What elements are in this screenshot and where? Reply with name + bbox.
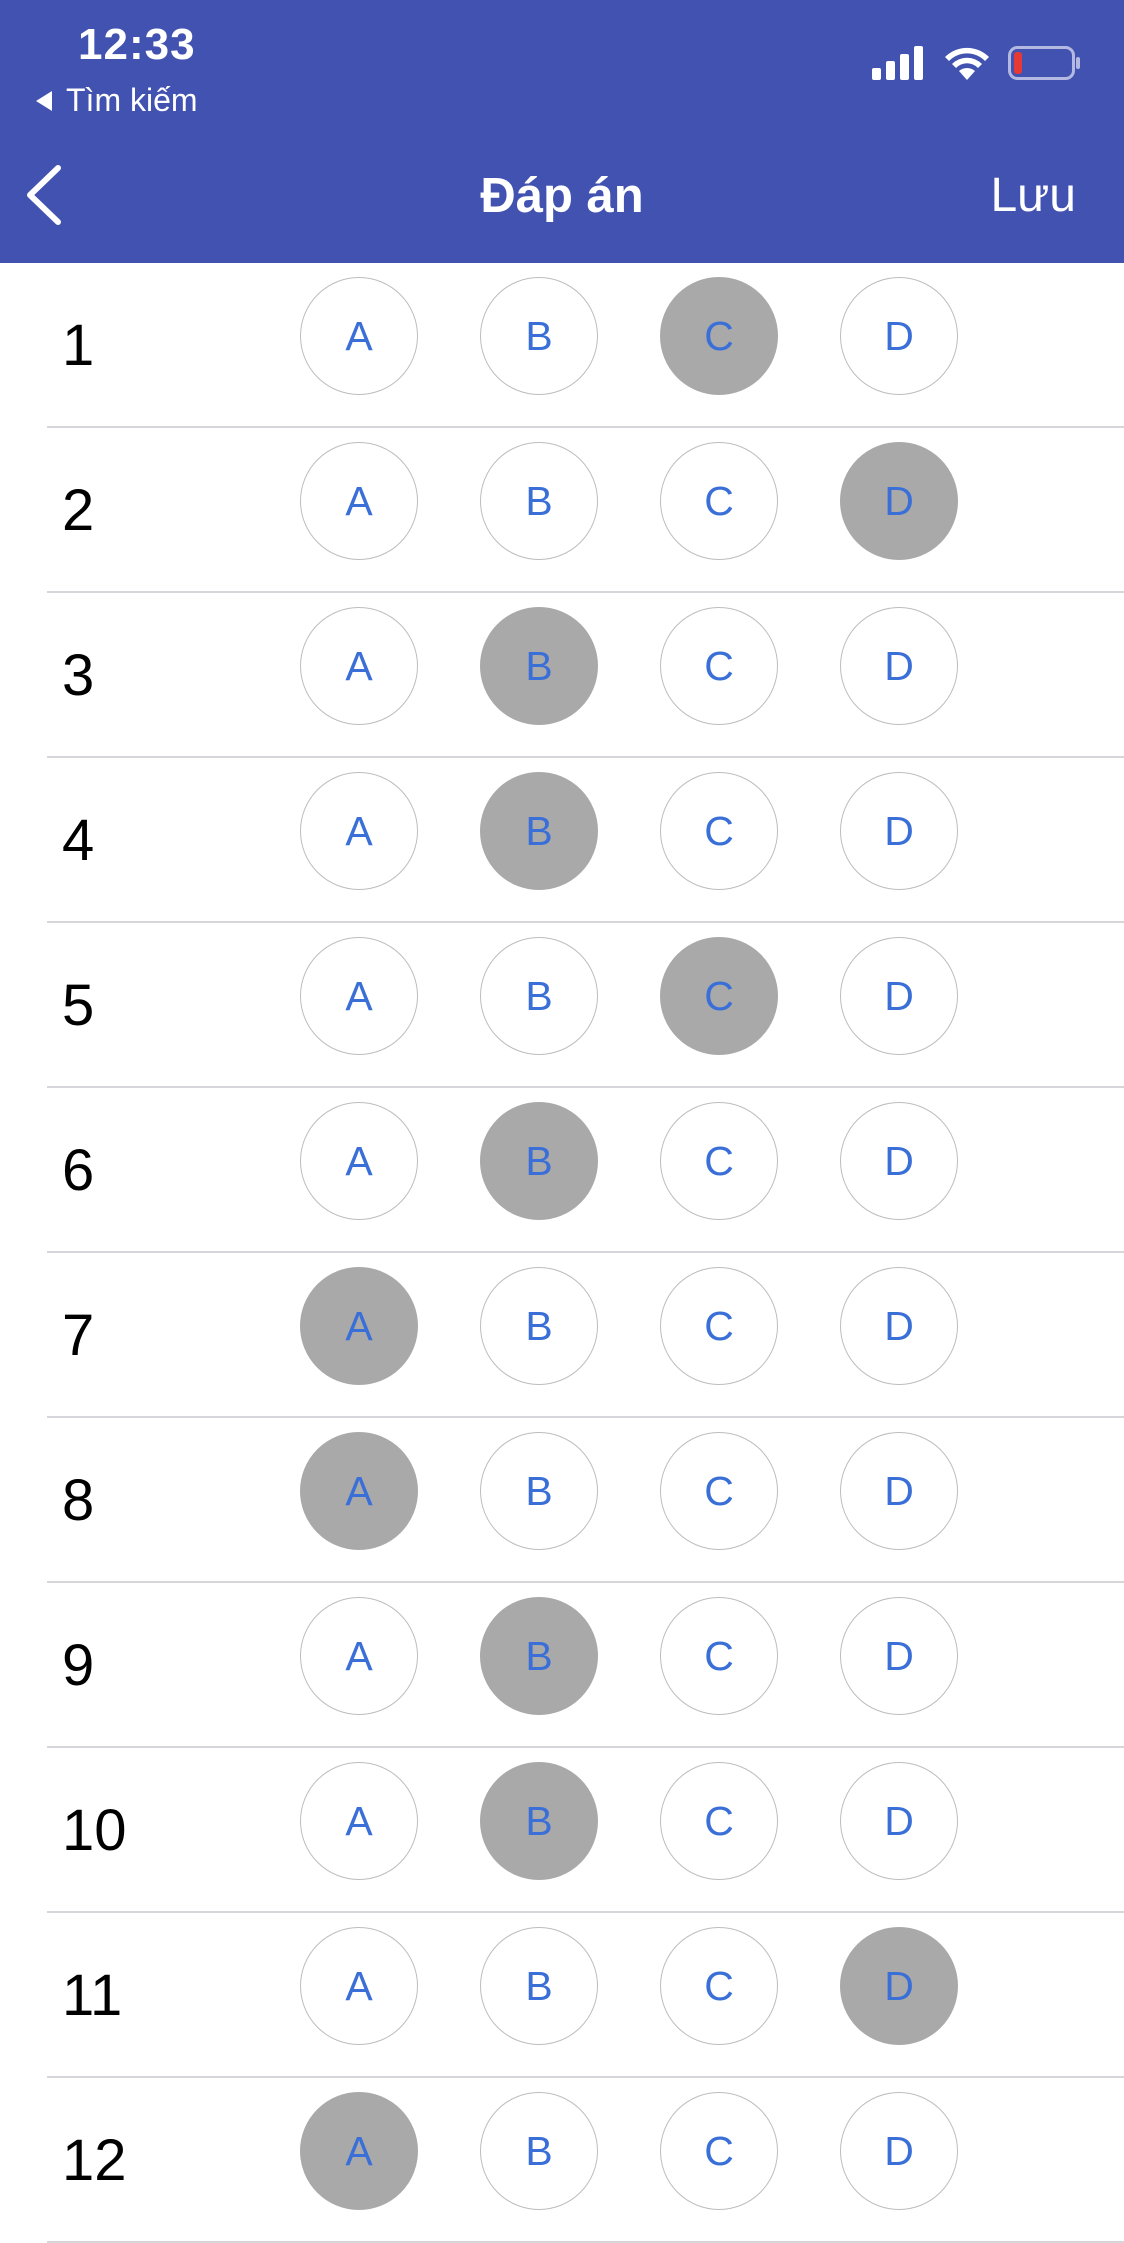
option-a-button[interactable]: A [300, 1102, 418, 1220]
option-a-button[interactable]: A [300, 1927, 418, 2045]
option-a-button[interactable]: A [300, 772, 418, 890]
question-number: 7 [62, 1303, 95, 1368]
option-c-button[interactable]: C [660, 2092, 778, 2210]
option-d-button[interactable]: D [840, 1267, 958, 1385]
question-row: 6 ABCD [0, 1088, 1124, 1253]
question-row: 10 A B C D [0, 1748, 1124, 1913]
option-d-button[interactable]: D [840, 1432, 958, 1550]
battery-icon [1008, 46, 1080, 80]
cellular-signal-icon [872, 46, 923, 80]
option-c-button[interactable]: C [660, 937, 778, 1055]
option-a-button[interactable]: A [300, 607, 418, 725]
option-d-button[interactable]: D [840, 772, 958, 890]
back-to-search-link[interactable]: Tìm kiếm [36, 82, 198, 119]
option-d-button[interactable]: D [840, 1597, 958, 1715]
question-row: 9 ABCD [0, 1583, 1124, 1748]
option-a-button[interactable]: A [300, 442, 418, 560]
option-c-button[interactable]: C [660, 607, 778, 725]
question-number: 11 [62, 1963, 123, 2028]
option-c-button[interactable]: C [660, 1432, 778, 1550]
page-title: Đáp án [480, 169, 644, 223]
header: 12:33 Tìm kiếm Đáp án Lưu [0, 0, 1124, 263]
option-b-button[interactable]: B [480, 607, 598, 725]
option-a-button[interactable]: A [300, 1432, 418, 1550]
option-b-button[interactable]: B [480, 1597, 598, 1715]
option-b-button[interactable]: B [480, 937, 598, 1055]
question-number: 12 [62, 2128, 127, 2193]
status-time: 12:33 [78, 20, 196, 69]
option-c-button[interactable]: C [660, 1102, 778, 1220]
option-b-button[interactable]: B [480, 442, 598, 560]
option-c-button[interactable]: C [660, 442, 778, 560]
option-d-button[interactable]: D [840, 1927, 958, 2045]
option-a-button[interactable]: A [300, 277, 418, 395]
question-row: 5 ABCD [0, 923, 1124, 1088]
question-number: 9 [62, 1633, 95, 1698]
question-row: 1 ABCD [0, 263, 1124, 428]
option-a-button[interactable]: A [300, 937, 418, 1055]
question-row: 4 ABCD [0, 758, 1124, 923]
question-row: 2 ABCD [0, 428, 1124, 593]
option-a-button[interactable]: A [300, 1597, 418, 1715]
option-b-button[interactable]: B [480, 1432, 598, 1550]
question-row: 7 ABCD [0, 1253, 1124, 1418]
question-row: 11 A B C D [0, 1913, 1124, 2078]
option-a-button[interactable]: A [300, 2092, 418, 2210]
option-b-button[interactable]: B [480, 1267, 598, 1385]
option-b-button[interactable]: B [480, 1927, 598, 2045]
option-d-button[interactable]: D [840, 277, 958, 395]
option-c-button[interactable]: C [660, 277, 778, 395]
option-b-button[interactable]: B [480, 1762, 598, 1880]
option-a-button[interactable]: A [300, 1762, 418, 1880]
option-a-button[interactable]: A [300, 1267, 418, 1385]
question-row: 8 ABCD [0, 1418, 1124, 1583]
option-b-button[interactable]: B [480, 772, 598, 890]
question-number: 2 [62, 478, 95, 543]
question-number: 10 [62, 1798, 127, 1863]
option-c-button[interactable]: C [660, 1267, 778, 1385]
question-number: 4 [62, 808, 95, 873]
question-number: 5 [62, 973, 95, 1038]
save-button[interactable]: Lưu [990, 160, 1076, 232]
question-row: 3 ABCD [0, 593, 1124, 758]
option-d-button[interactable]: D [840, 1762, 958, 1880]
question-number: 1 [62, 313, 95, 378]
option-c-button[interactable]: C [660, 772, 778, 890]
wifi-icon [945, 47, 989, 80]
option-d-button[interactable]: D [840, 607, 958, 725]
option-b-button[interactable]: B [480, 277, 598, 395]
question-row: 12 A B C D [0, 2078, 1124, 2243]
option-b-button[interactable]: B [480, 1102, 598, 1220]
option-c-button[interactable]: C [660, 1927, 778, 2045]
back-triangle-icon [36, 90, 52, 111]
back-to-search-label: Tìm kiếm [66, 82, 198, 118]
question-number: 3 [62, 643, 95, 708]
question-number: 6 [62, 1138, 95, 1203]
option-d-button[interactable]: D [840, 442, 958, 560]
answer-list: 1ABCD2ABCD3ABCD4ABCD5ABCD6ABCD7ABCD8ABCD… [0, 263, 1124, 2243]
option-b-button[interactable]: B [480, 2092, 598, 2210]
option-d-button[interactable]: D [840, 937, 958, 1055]
question-number: 8 [62, 1468, 95, 1533]
option-c-button[interactable]: C [660, 1762, 778, 1880]
status-icons [872, 46, 1082, 80]
option-d-button[interactable]: D [840, 2092, 958, 2210]
option-c-button[interactable]: C [660, 1597, 778, 1715]
option-d-button[interactable]: D [840, 1102, 958, 1220]
